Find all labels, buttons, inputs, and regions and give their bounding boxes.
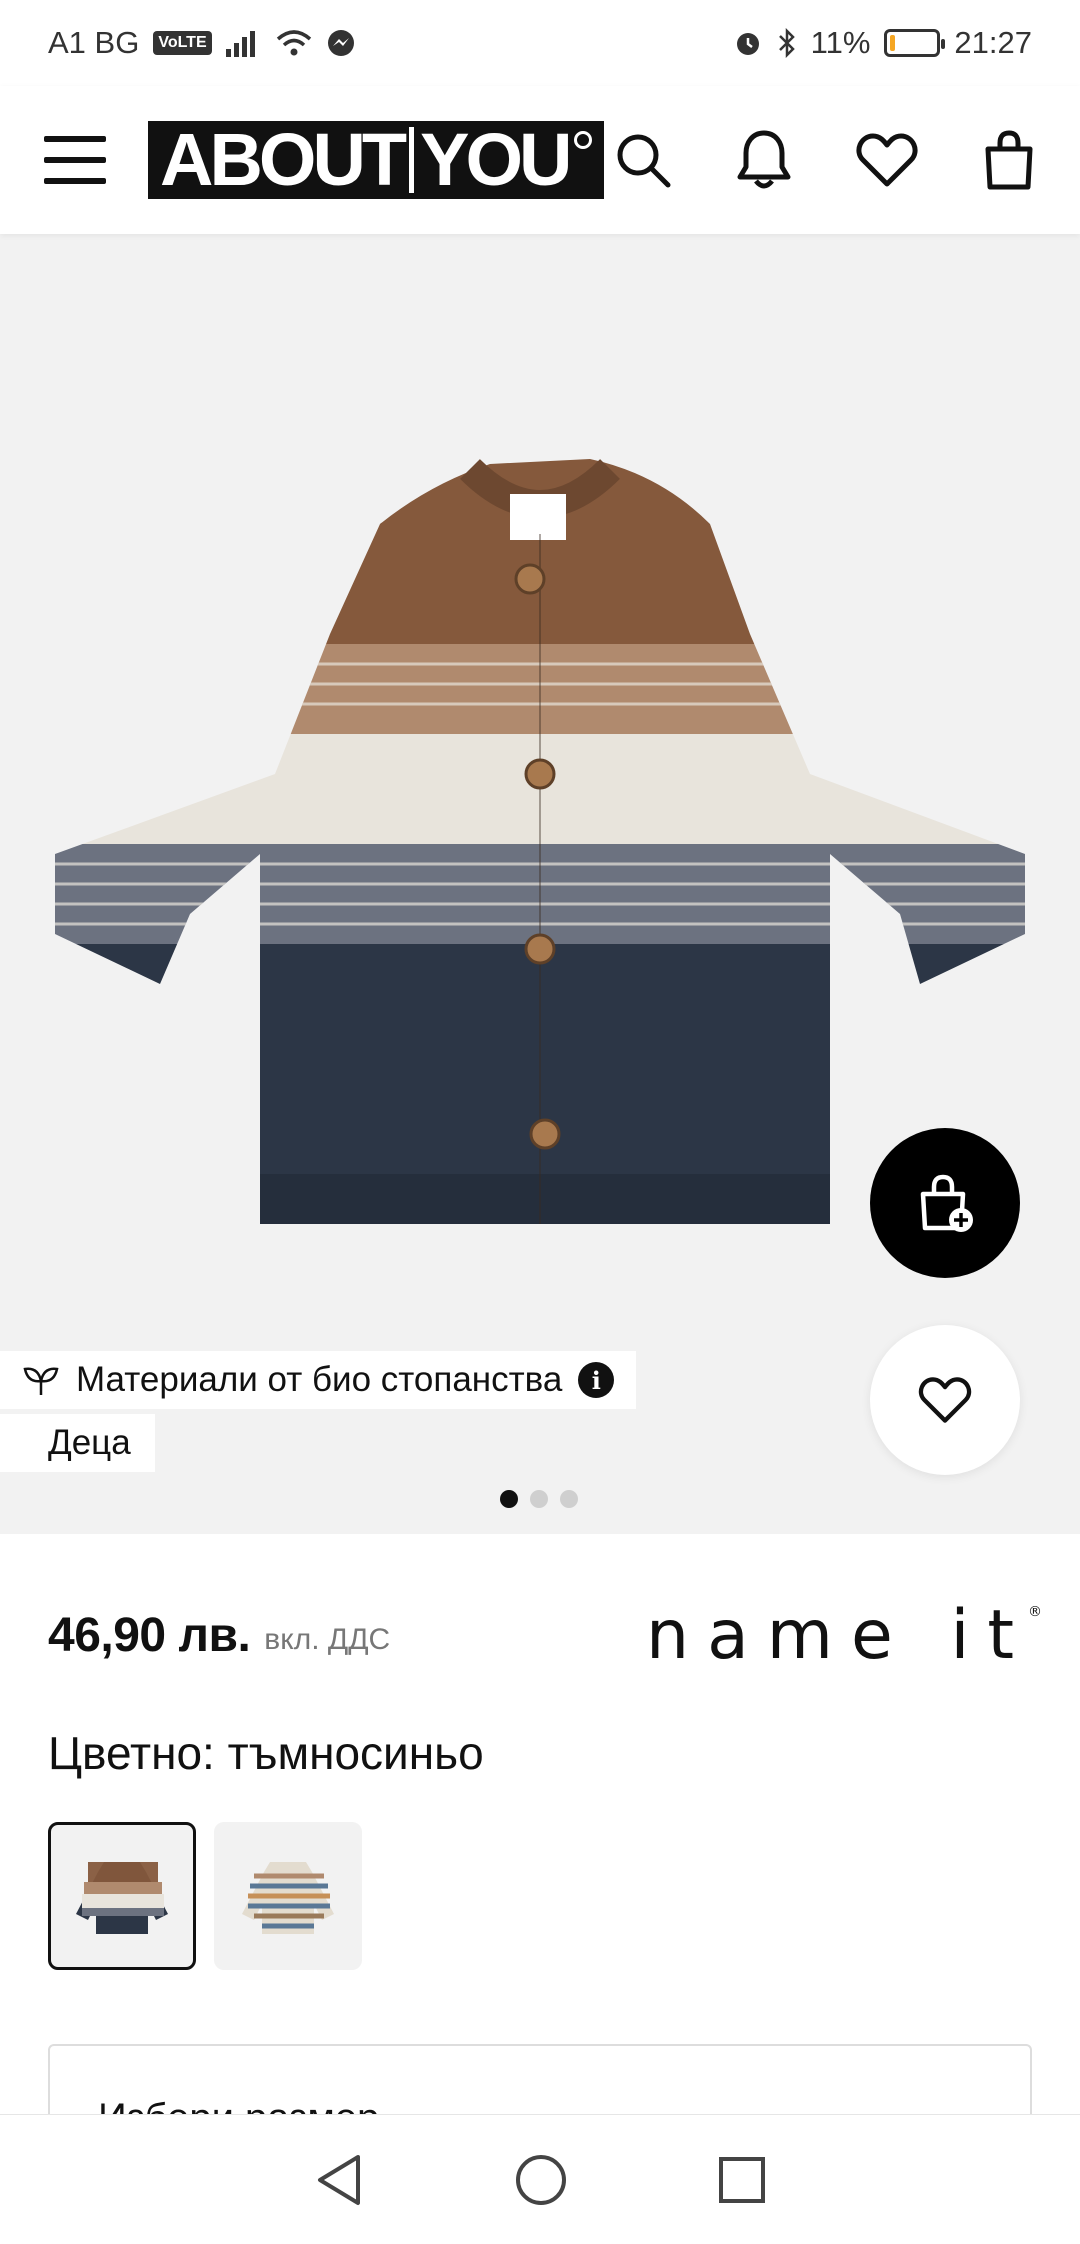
bell-icon[interactable] [736, 129, 792, 191]
gallery-dot[interactable] [560, 1490, 578, 1508]
wifi-icon [276, 30, 311, 56]
add-to-bag-button[interactable] [870, 1128, 1020, 1278]
volte-badge: VoLTE [153, 31, 212, 55]
back-icon[interactable] [314, 2153, 364, 2207]
heart-icon [918, 1377, 972, 1423]
product-image-gallery[interactable]: Материали от био стопанства i Деца [0, 234, 1080, 1534]
status-bar: A1 BG VoLTE 11% 21:27 [0, 0, 1080, 86]
brand-logo[interactable]: name it ® [646, 1596, 1042, 1675]
bag-add-icon [920, 1174, 973, 1232]
menu-icon[interactable] [44, 136, 106, 184]
price-row: 46,90 лв. вкл. ДДС name it ® [48, 1596, 1042, 1675]
add-to-wishlist-button[interactable] [870, 1325, 1020, 1475]
logo-text-about: ABOUT [160, 118, 407, 201]
color-label: Цветно: тъмносиньо [48, 1727, 484, 1779]
swatch-image [76, 1862, 168, 1934]
price: 46,90 лв. [48, 1608, 251, 1662]
color-swatch-navy[interactable] [48, 1822, 196, 1970]
about-you-logo[interactable]: ABOUT YOU [148, 118, 605, 201]
color-swatch-multicolor[interactable] [214, 1822, 362, 1970]
swatch-image [242, 1862, 334, 1934]
alarm-icon [736, 33, 759, 55]
logo-text-you: YOU [420, 118, 572, 201]
bag-icon[interactable] [982, 129, 1036, 191]
app-header: ABOUT YOU [0, 86, 1080, 234]
leaf-icon [23, 1367, 59, 1395]
vat-note: вкл. ДДС [264, 1623, 391, 1656]
gallery-dot[interactable] [500, 1490, 518, 1508]
clock: 21:27 [954, 25, 1032, 60]
recents-icon[interactable] [718, 2156, 766, 2204]
battery-icon [884, 29, 946, 57]
messenger-icon [327, 30, 354, 56]
gallery-dot[interactable] [530, 1490, 548, 1508]
kids-label: Деца [48, 1423, 131, 1462]
bluetooth-icon [778, 28, 795, 58]
kids-badge: Деца [0, 1414, 155, 1472]
signal-icon [225, 31, 255, 57]
info-icon[interactable]: i [578, 1362, 615, 1398]
system-nav-bar [0, 2114, 1080, 2244]
carrier-label: A1 BG [48, 25, 140, 60]
battery-percent: 11% [810, 25, 871, 60]
organic-materials-label: Материали от био стопанства [76, 1360, 563, 1399]
product-image[interactable] [50, 444, 1030, 1224]
heart-icon[interactable] [856, 132, 918, 188]
gallery-pagination[interactable] [500, 1490, 578, 1508]
battery-fill [890, 35, 896, 51]
search-icon[interactable] [614, 131, 672, 189]
home-icon[interactable] [514, 2153, 568, 2207]
organic-materials-badge[interactable]: Материали от био стопанства i [0, 1351, 637, 1409]
